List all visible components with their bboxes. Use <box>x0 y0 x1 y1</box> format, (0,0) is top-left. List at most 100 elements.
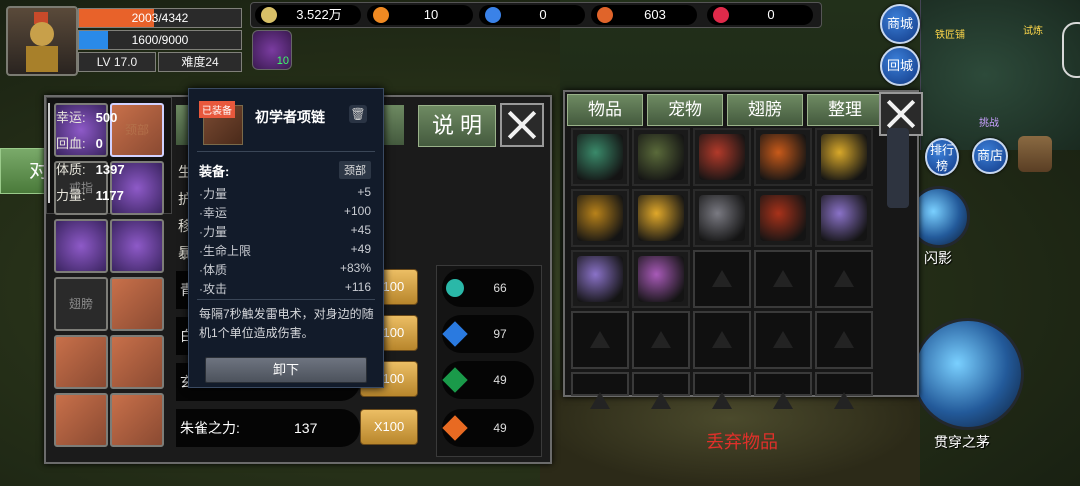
resource-coin: 3.522万 <box>255 5 361 25</box>
tab-pets[interactable]: 宠物 <box>647 94 723 126</box>
pierce-spear-skill-icon[interactable] <box>912 318 1024 430</box>
orange-stone-icon <box>442 415 468 441</box>
resource-heart: 0 <box>707 5 813 25</box>
attr-row: ·力量 +5 <box>199 185 371 201</box>
inventory-slot[interactable] <box>693 189 751 247</box>
minimap[interactable]: 铁匠铺 试炼 挑战 <box>920 0 1080 150</box>
inventory-slot[interactable] <box>571 189 629 247</box>
green-stone-icon <box>442 367 468 393</box>
inventory-slot-empty[interactable] <box>693 311 751 369</box>
inventory-slot-empty[interactable] <box>571 372 629 409</box>
hp-value: 2003/4342 <box>131 11 189 25</box>
inventory-slot-empty[interactable] <box>571 311 629 369</box>
close-equipment-icon[interactable] <box>500 103 544 147</box>
ranking-button[interactable]: 排行榜 <box>925 138 959 176</box>
inventory-slot[interactable] <box>754 128 812 186</box>
unequip-button[interactable]: 卸下 <box>205 357 367 383</box>
stat-luck: 幸运: 500 <box>56 110 118 125</box>
resource-blue-feather: 0 <box>479 5 585 25</box>
inventory-slot[interactable] <box>632 189 690 247</box>
empty-slot-triangle-icon <box>651 392 671 409</box>
equip-slot[interactable] <box>54 219 108 273</box>
divider <box>197 151 375 152</box>
inventory-slot-empty[interactable] <box>693 250 751 308</box>
gold-ring-icon <box>638 195 684 241</box>
empty-slot-triangle-icon <box>834 331 854 348</box>
equip-slot[interactable] <box>110 335 164 389</box>
frame-ornament-icon <box>1062 22 1080 78</box>
equip-slot[interactable] <box>110 219 164 273</box>
equip-slot[interactable] <box>54 393 108 447</box>
slot-label: 翅膀 <box>68 297 93 311</box>
inventory-slot-empty[interactable] <box>815 372 873 409</box>
inventory-scrollbar[interactable] <box>887 128 909 208</box>
equip-slot[interactable] <box>54 335 108 389</box>
inventory-slot[interactable] <box>693 128 751 186</box>
equip-slot[interactable] <box>110 277 164 331</box>
inventory-slot[interactable] <box>632 250 690 308</box>
inventory-slot-empty[interactable] <box>815 250 873 308</box>
purple-bracer-icon <box>638 256 684 302</box>
upgrade-x100-button[interactable]: X100 <box>360 409 418 445</box>
explain-button[interactable]: 说 明 <box>418 105 496 147</box>
pierce-skill-label: 贯穿之茅 <box>934 434 990 450</box>
equip-tab-right[interactable] <box>384 105 404 145</box>
equip-slot-1[interactable]: 颈部 <box>110 103 164 157</box>
stat-strength: 力量: 1177 <box>56 188 124 203</box>
inventory-slot-empty[interactable] <box>754 250 812 308</box>
mall-button[interactable]: 商城 <box>880 4 920 44</box>
empty-slot-triangle-icon <box>712 392 732 409</box>
trash-icon[interactable]: 🗑 <box>349 105 367 123</box>
difficulty-display: 难度24 <box>158 52 242 72</box>
item-description: 每隔7秒触发雷电术，对身边的随机1个单位造成伤害。 <box>199 307 374 340</box>
stone-counter: 49 <box>442 409 534 447</box>
inventory-slot[interactable] <box>815 189 873 247</box>
violet-boots-icon <box>577 256 623 302</box>
slot-label: 颈部 <box>124 123 149 137</box>
bag-icon[interactable] <box>1018 136 1052 172</box>
inventory-slot-empty[interactable] <box>815 311 873 369</box>
inventory-slot-empty[interactable] <box>632 311 690 369</box>
stone-counter: 49 <box>442 361 534 399</box>
skill-power-row-zhuque: 朱雀之力: 137 <box>176 409 360 447</box>
inventory-slot-empty[interactable] <box>754 311 812 369</box>
buff-count: 10 <box>276 55 289 67</box>
inventory-slot[interactable] <box>571 128 629 186</box>
player-portrait[interactable] <box>6 6 78 76</box>
equip-slot[interactable] <box>110 393 164 447</box>
flame-sword-icon <box>760 134 806 180</box>
tab-wings[interactable]: 翅膀 <box>727 94 803 126</box>
return-city-button[interactable]: 回城 <box>880 46 920 86</box>
teal-stone-icon <box>446 279 464 297</box>
fire-claw-icon <box>699 134 745 180</box>
store-button[interactable]: 商店 <box>972 138 1008 174</box>
item-name: 初学者项链 <box>255 109 325 125</box>
stone-counter: 66 <box>442 269 534 307</box>
hp-bar: 2003/4342 <box>78 8 242 28</box>
equip-slot-6[interactable]: 翅膀 <box>54 277 108 331</box>
empty-slot-triangle-icon <box>773 270 793 287</box>
attr-row: ·幸运 +100 <box>199 204 371 220</box>
attr-row: ·体质 +83% <box>199 261 371 277</box>
inventory-slot-empty[interactable] <box>754 372 812 409</box>
tab-items[interactable]: 物品 <box>567 94 643 126</box>
discard-items-label[interactable]: 丢弃物品 <box>706 428 778 454</box>
jade-armor-icon <box>577 134 623 180</box>
inventory-slot[interactable] <box>632 128 690 186</box>
inventory-slot[interactable] <box>754 189 812 247</box>
flash-skill-label: 闪影 <box>924 250 952 266</box>
inventory-slot-empty[interactable] <box>693 372 751 409</box>
inventory-slot-empty[interactable] <box>632 372 690 409</box>
item-tooltip: 已装备 初学者项链 🗑 装备: 颈部 ·力量 +5 ·幸运 +100 ·力量 +45 … <box>188 88 384 388</box>
blue-feather-icon <box>485 7 501 23</box>
resource-orange-gem: 603 <box>591 5 697 25</box>
inventory-slot[interactable] <box>815 128 873 186</box>
potion-buff-icon[interactable]: 10 <box>252 30 292 70</box>
empty-slot-triangle-icon <box>712 270 732 287</box>
coin-icon <box>261 7 277 23</box>
inventory-slot[interactable] <box>571 250 629 308</box>
resource-fire-crystal: 10 <box>367 5 473 25</box>
inventory-panel: 物品 宠物 翅膀 整理 <box>563 90 923 409</box>
empty-slot-triangle-icon <box>773 331 793 348</box>
tab-sort[interactable]: 整理 <box>807 94 883 126</box>
